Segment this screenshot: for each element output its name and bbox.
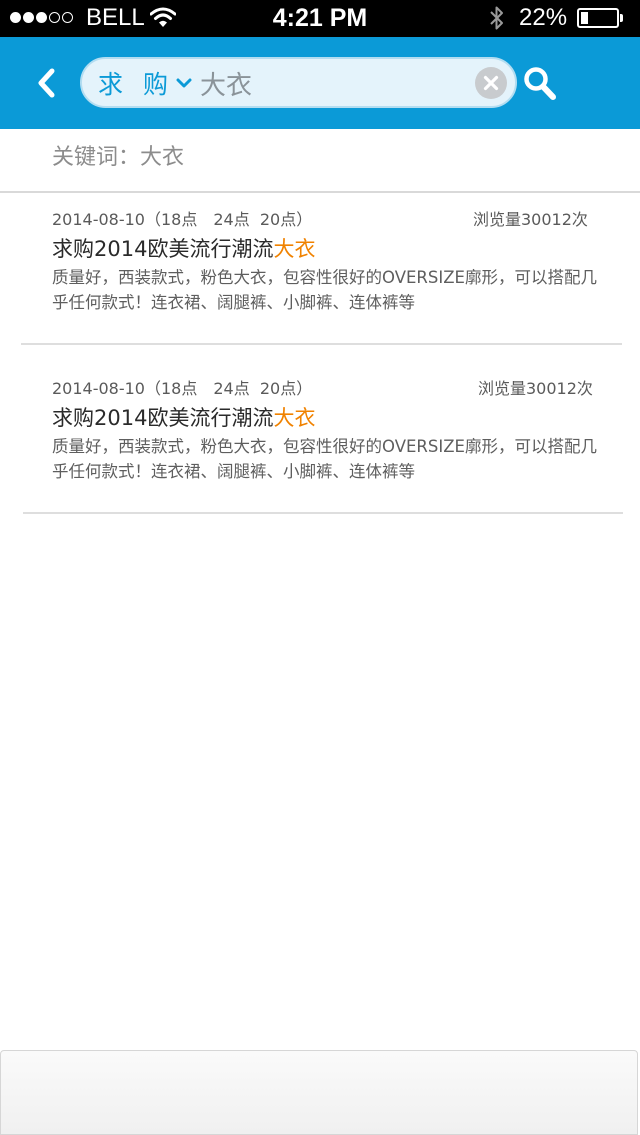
battery-percentage: 22% [519,4,568,31]
result-description: 质量好，西装款式，粉色大衣，包容性很好的OVERSIZE廓形，可以搭配几乎任何款… [52,437,597,481]
result-views: 浏览量30012次 [478,379,593,398]
clear-icon [483,75,499,91]
result-views: 浏览量30012次 [473,210,588,229]
result-item[interactable]: 2014-08-10（18点 24点 20点） 浏览量30012次 求购2014… [21,362,622,512]
result-title-highlight: 大衣 [273,237,316,261]
result-meta: 2014-08-10（18点 24点 20点） [52,379,313,398]
battery-icon [577,8,619,28]
keyword-row: 关键词：大衣 [0,129,640,193]
result-item[interactable]: 2014-08-10（18点 24点 20点） 浏览量30012次 求购2014… [21,193,622,343]
result-title-prefix: 求购2014欧美流行潮流 [52,237,274,261]
category-select[interactable]: 求 购 [98,59,192,106]
result-title-highlight: 大衣 [273,406,316,430]
search-input[interactable] [200,65,462,101]
status-bar: BELL 4:21 PM 22% [0,0,640,37]
bottom-toolbar [0,1050,638,1135]
search-box: 求 购 [80,57,517,108]
category-label: 求 购 [98,69,174,99]
clear-search-button[interactable] [475,67,507,99]
result-title: 求购2014欧美流行潮流大衣 [52,235,315,263]
result-title: 求购2014欧美流行潮流大衣 [52,404,315,432]
chevron-down-icon [176,78,192,87]
keyword-label: 关键词：大衣 [52,145,185,170]
result-title-prefix: 求购2014欧美流行潮流 [52,406,274,430]
result-description: 质量好，西装款式，粉色大衣，包容性很好的OVERSIZE廓形，可以搭配几乎任何款… [52,268,597,312]
battery-tip [620,14,623,22]
bluetooth-icon [490,6,503,30]
back-button[interactable] [30,63,64,103]
divider [23,512,623,514]
result-meta: 2014-08-10（18点 24点 20点） [52,210,313,229]
search-nav-bar: 求 购 [0,37,640,129]
search-button[interactable] [523,66,557,102]
divider [21,343,622,345]
battery-level [581,12,588,24]
